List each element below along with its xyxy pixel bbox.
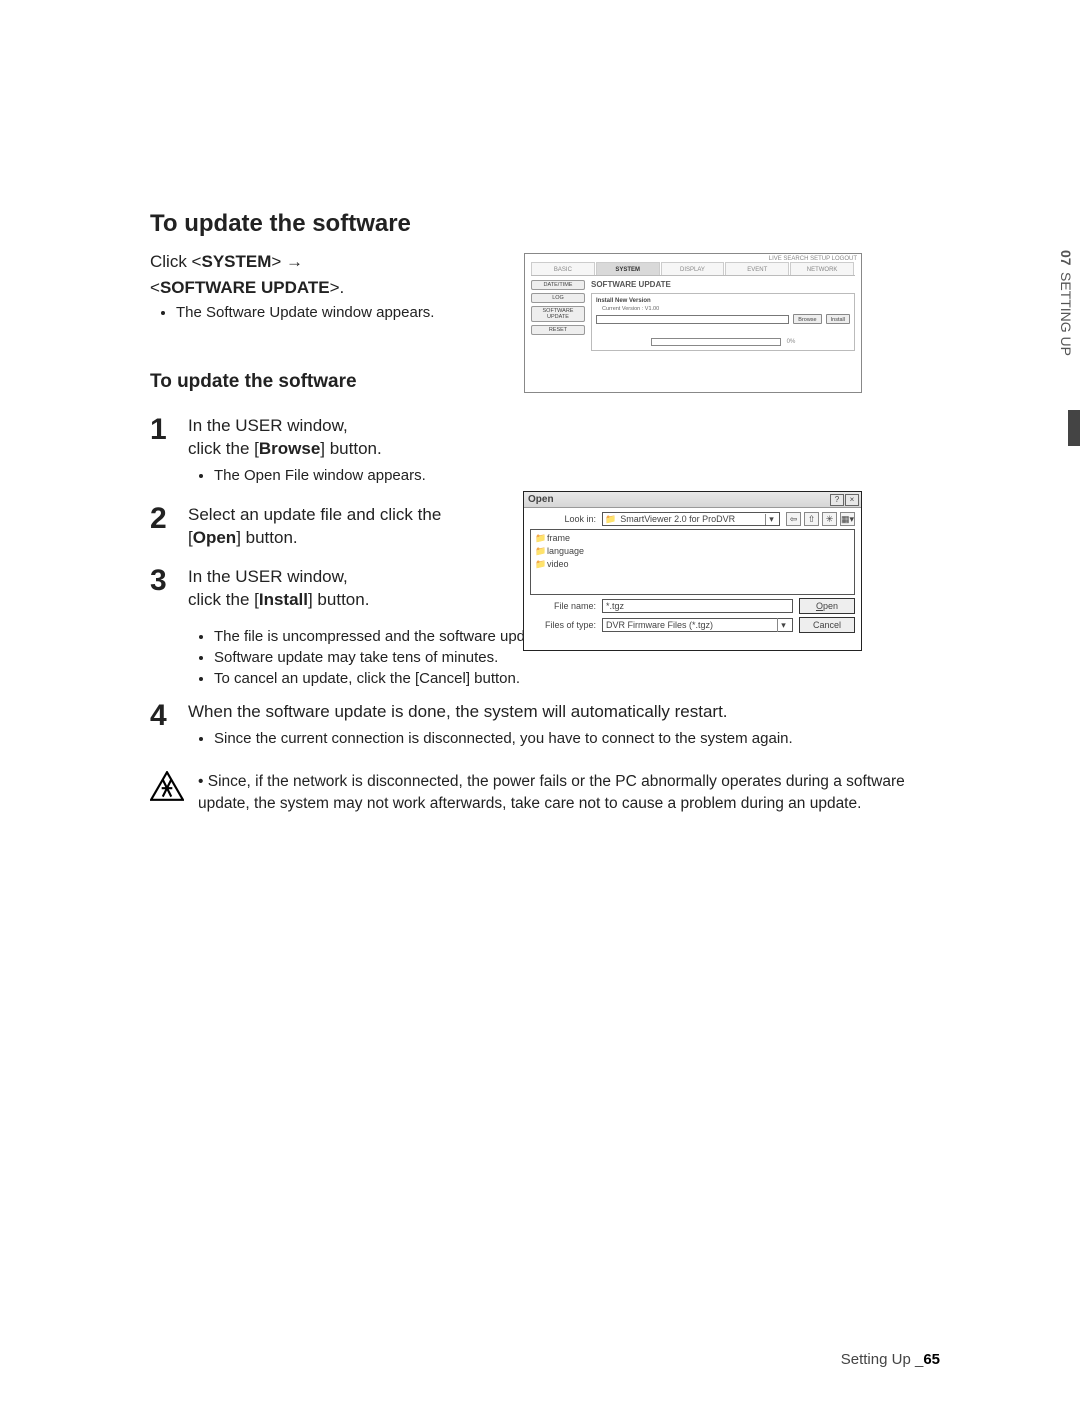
- folder-icon: 📁: [605, 514, 616, 525]
- intro-line-1: Click <SYSTEM> →: [150, 252, 490, 272]
- install-label: Install New Version: [596, 298, 850, 304]
- section-title: To update the software: [150, 210, 1020, 238]
- side-btn-log[interactable]: LOG: [531, 293, 585, 303]
- step-number: 3: [150, 566, 178, 612]
- folder-item[interactable]: 📁frame: [535, 532, 850, 545]
- browse-button[interactable]: Browse: [793, 314, 821, 324]
- new-folder-icon[interactable]: ✳: [822, 512, 837, 526]
- filename-input[interactable]: *.tgz: [602, 599, 793, 613]
- side-menu: DATE/TIME LOG SOFTWARE UPDATE RESET: [531, 280, 585, 351]
- chapter-number: 07: [1058, 250, 1074, 266]
- up-one-level-icon[interactable]: ⇧: [804, 512, 819, 526]
- dropdown-arrow-icon: ▾: [765, 514, 777, 525]
- step-number: 1: [150, 415, 178, 488]
- step-number: 4: [150, 701, 178, 751]
- lookin-value: SmartViewer 2.0 for ProDVR: [620, 514, 761, 524]
- view-menu-icon[interactable]: ▦▾: [840, 512, 855, 526]
- tab-network[interactable]: NETWORK: [790, 262, 854, 275]
- folder-icon: 📁: [535, 532, 547, 545]
- filetype-label: Files of type:: [538, 620, 596, 630]
- tab-display[interactable]: DISPLAY: [661, 262, 725, 275]
- step-text: In the USER window, click the [Browse] b…: [188, 415, 426, 461]
- help-button[interactable]: ?: [830, 494, 844, 506]
- current-version: Current Version : V1.00: [602, 306, 850, 312]
- step-text: When the software update is done, the sy…: [188, 701, 793, 724]
- caution-text: • Since, if the network is disconnected,…: [198, 771, 930, 816]
- folder-item[interactable]: 📁video: [535, 558, 850, 571]
- panel-title: SOFTWARE UPDATE: [591, 280, 855, 289]
- step-number: 2: [150, 504, 178, 550]
- top-nav-links: LIVE SEARCH SETUP LOGOUT: [525, 254, 861, 262]
- side-btn-datetime[interactable]: DATE/TIME: [531, 280, 585, 290]
- dialog-caption: Open: [528, 494, 829, 505]
- back-icon[interactable]: ⇦: [786, 512, 801, 526]
- cancel-button[interactable]: Cancel: [799, 617, 855, 633]
- progress-bar: [651, 338, 781, 346]
- software-update-window: LIVE SEARCH SETUP LOGOUT BASIC SYSTEM DI…: [524, 253, 862, 393]
- tab-event[interactable]: EVENT: [725, 262, 789, 275]
- side-btn-reset[interactable]: RESET: [531, 325, 585, 335]
- dropdown-arrow-icon: ▾: [777, 618, 789, 632]
- page-footer: Setting Up _65: [841, 1351, 940, 1368]
- thumb-index-marker: [1068, 410, 1080, 446]
- progress-percent: 0%: [787, 339, 796, 345]
- lookin-label: Look in:: [538, 514, 596, 524]
- update-file-input[interactable]: [596, 315, 789, 324]
- open-button[interactable]: Open: [799, 598, 855, 614]
- intro-bullet: The Software Update window appears.: [176, 304, 490, 321]
- chapter-label: SETTING UP: [1058, 272, 1074, 356]
- dialog-titlebar: Open ? ×: [524, 492, 861, 508]
- intro-line-2: <SOFTWARE UPDATE>.: [150, 278, 490, 298]
- tab-system[interactable]: SYSTEM: [596, 262, 660, 275]
- lookin-dropdown[interactable]: 📁 SmartViewer 2.0 for ProDVR ▾: [602, 512, 780, 526]
- install-button[interactable]: Install: [826, 314, 850, 324]
- filetype-dropdown[interactable]: DVR Firmware Files (*.tgz) ▾: [602, 618, 793, 632]
- warning-icon: [150, 771, 184, 806]
- file-list[interactable]: 📁frame 📁language 📁video: [530, 529, 855, 595]
- folder-icon: 📁: [535, 558, 547, 571]
- filename-label: File name:: [538, 601, 596, 611]
- folder-item[interactable]: 📁language: [535, 545, 850, 558]
- close-button[interactable]: ×: [845, 494, 859, 506]
- main-tabs: BASIC SYSTEM DISPLAY EVENT NETWORK: [531, 262, 855, 276]
- install-panel: Install New Version Current Version : V1…: [591, 293, 855, 351]
- step-text: Select an update file and click the [Ope…: [188, 504, 441, 550]
- open-file-dialog: Open ? × Look in: 📁 SmartViewer 2.0 for …: [523, 491, 862, 651]
- side-btn-swupdate[interactable]: SOFTWARE UPDATE: [531, 306, 585, 322]
- folder-icon: 📁: [535, 545, 547, 558]
- tab-basic[interactable]: BASIC: [531, 262, 595, 275]
- caution-block: • Since, if the network is disconnected,…: [150, 771, 930, 816]
- step-text: In the USER window, click the [Install] …: [188, 566, 369, 612]
